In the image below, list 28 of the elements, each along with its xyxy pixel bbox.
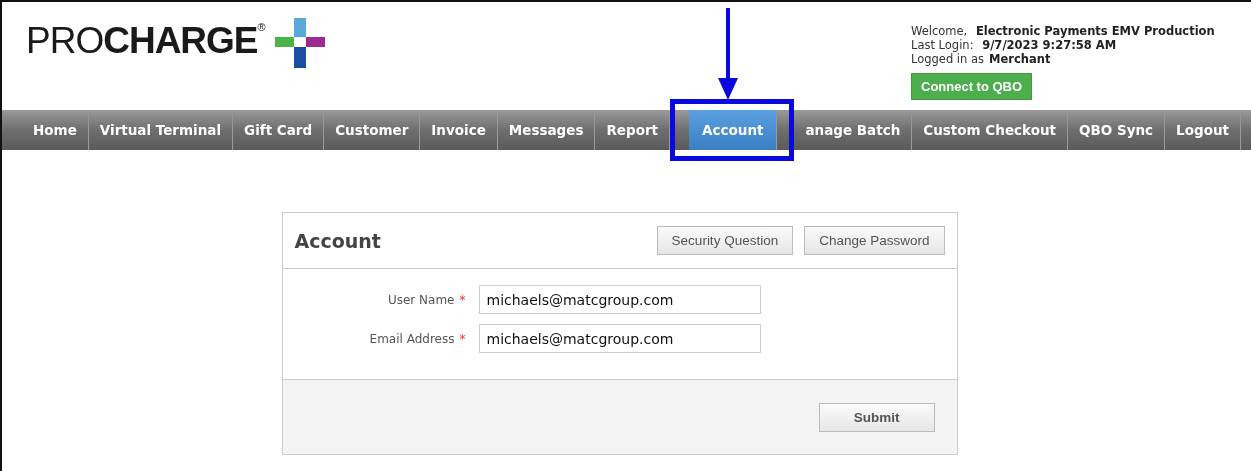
input-field[interactable]: michaels@matcgroup.com <box>478 324 761 353</box>
plus-logo-icon <box>274 18 325 68</box>
nav-tab[interactable]: Gift Card <box>233 110 325 150</box>
header-button[interactable]: Change Password <box>804 226 945 255</box>
field-label: Email Address <box>368 331 455 346</box>
nav-tab[interactable]: Invoice <box>420 110 498 150</box>
nav-tab[interactable]: Custom Checkout <box>912 110 1068 150</box>
header-button[interactable]: Security Question <box>656 226 794 255</box>
welcome-text: Welcome, Electronic Payments EMV Production <box>911 24 1216 38</box>
nav-tab[interactable]: Logout <box>1165 110 1241 150</box>
field-label: User Name <box>386 292 455 307</box>
nav-tab[interactable]: Customer <box>324 110 421 150</box>
nav-tab[interactable]: Home <box>22 110 89 150</box>
nav-tab[interactable]: Messages <box>497 110 596 150</box>
role-text: Logged in as Merchant <box>911 52 1052 66</box>
nav-tab[interactable]: Report <box>595 110 671 150</box>
nav-tab[interactable]: QBO Sync <box>1068 110 1166 150</box>
connect-button[interactable]: Connect to QBO <box>911 73 1033 100</box>
nav-tab[interactable]: Virtual Terminal <box>88 110 234 150</box>
input-field[interactable]: michaels@matcgroup.com <box>478 285 761 314</box>
required-mark: * <box>459 292 466 307</box>
last-login-text: Last Login: 9/7/2023 9:27:58 AM <box>911 38 1118 52</box>
logo-text: PROCHARGE$^{®}$ <box>26 22 265 59</box>
panel-title: Account <box>294 229 381 252</box>
required-mark: * <box>459 331 466 346</box>
nav-tab[interactable]: Account <box>689 110 778 150</box>
submit-button[interactable]: Submit <box>818 402 935 432</box>
nav-tab[interactable]: anage Batch <box>794 110 913 150</box>
